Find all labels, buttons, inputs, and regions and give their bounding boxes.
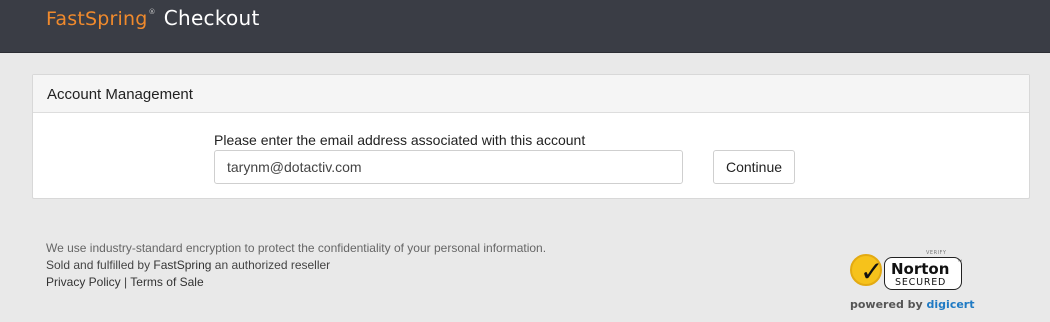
panel-title: Account Management: [33, 75, 1029, 113]
norton-verify-text: VERIFY: [926, 250, 947, 256]
powered-by-text: powered by: [850, 298, 927, 311]
digicert-text: digicert: [926, 298, 975, 311]
logo-registered-mark: ®: [148, 8, 156, 16]
logo-fast: Fast: [46, 8, 85, 30]
fastspring-link[interactable]: FastSpring: [153, 258, 211, 272]
checkmark-icon: ✓: [860, 255, 884, 288]
top-bar: FastSpring® Checkout: [0, 0, 1050, 53]
checkout-title: Checkout: [163, 6, 260, 30]
email-input[interactable]: [214, 150, 683, 184]
terms-of-sale-link[interactable]: Terms of Sale: [130, 275, 203, 289]
privacy-policy-link[interactable]: Privacy Policy: [46, 275, 121, 289]
encryption-notice: We use industry-standard encryption to p…: [46, 241, 547, 255]
reseller-notice: Sold and fulfilled by FastSpring an auth…: [46, 257, 546, 274]
fastspring-logo: FastSpring®: [46, 8, 156, 30]
account-management-panel: Account Management Please enter the emai…: [32, 74, 1030, 199]
footer: We use industry-standard encryption to p…: [46, 240, 546, 291]
norton-checkmark-seal-icon: ✓: [850, 254, 884, 288]
continue-button[interactable]: Continue: [713, 150, 795, 184]
reseller-suffix: an authorized reseller: [211, 258, 331, 272]
link-separator: |: [120, 275, 131, 289]
norton-name: Norton: [891, 260, 950, 278]
norton-name-box: Norton ™ SECURED: [884, 257, 962, 290]
logo-spring: Spring: [84, 8, 148, 30]
powered-by-digicert: powered by digicert: [850, 298, 974, 311]
email-prompt-label: Please enter the email address associate…: [214, 132, 586, 148]
norton-trademark: ™: [957, 259, 962, 265]
reseller-prefix: Sold and fulfilled by: [46, 258, 154, 272]
legal-links: Privacy Policy | Terms of Sale: [46, 274, 546, 291]
norton-secured-text: SECURED: [895, 277, 947, 288]
brand[interactable]: FastSpring® Checkout: [46, 6, 260, 36]
norton-secured-badge[interactable]: VERIFY ✓ Norton ™ SECURED powered by dig…: [848, 248, 974, 314]
